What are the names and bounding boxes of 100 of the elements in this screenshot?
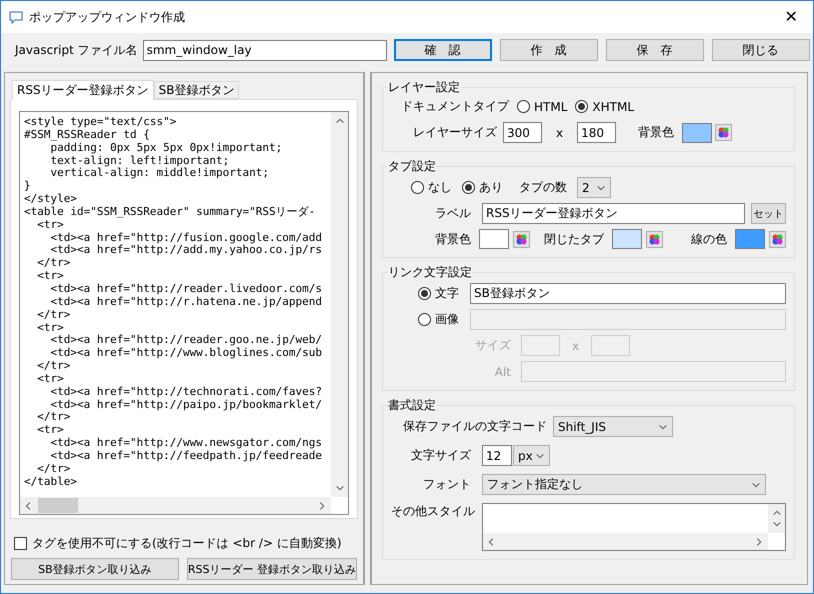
group-title: レイヤー設定 <box>387 79 461 96</box>
horizontal-scrollbar[interactable] <box>20 497 331 514</box>
unit-dropdown[interactable]: px <box>513 445 550 466</box>
code-line: <td><a href="http://reader.goo.ne.jp/web/ <box>49 334 324 348</box>
toolbar-button[interactable]: 作 成 <box>500 39 598 61</box>
color-wheel-icon <box>649 234 660 244</box>
import-button[interactable]: SB登録ボタン取り込み <box>11 558 179 580</box>
radio-label: あり <box>479 179 503 196</box>
font-size-field[interactable]: 12 <box>482 445 512 466</box>
code-line: </tr> <box>36 308 72 322</box>
alt-label: Alt <box>494 364 511 378</box>
radio-button[interactable] <box>418 287 431 300</box>
code-line: vertical-align: middle!important; <box>49 167 270 180</box>
chevron-down-icon <box>334 483 344 493</box>
radio-button[interactable] <box>517 100 530 113</box>
toolbar-button[interactable]: 確 認 <box>394 39 492 61</box>
tab-label-field[interactable]: RSSリーダー登録ボタン <box>482 203 745 224</box>
chevron-right-icon <box>754 536 764 546</box>
height-field[interactable]: 180 <box>577 122 616 143</box>
image-width-field[interactable] <box>521 335 560 356</box>
radio-label: なし <box>428 179 452 196</box>
code-line: <td><a href="http://www.newsgator.com/ngs <box>49 437 324 450</box>
code-line: </tr> <box>36 462 72 476</box>
color-wheel-icon <box>516 234 527 244</box>
group-title: タブ設定 <box>387 158 437 175</box>
color-picker-button[interactable] <box>646 230 663 248</box>
image-height-field[interactable] <box>591 335 630 356</box>
times-sign: x <box>572 338 580 352</box>
code-line: </style> <box>24 193 78 206</box>
file-name-field[interactable]: smm_window_lay <box>142 40 387 60</box>
color-picker-button[interactable] <box>513 230 530 248</box>
radio-button[interactable] <box>462 181 475 194</box>
code-line: text-align: left!important; <box>49 154 230 168</box>
color-picker-button[interactable] <box>715 124 732 141</box>
code-line: <td><a href="http://paipo.jp/bookmarklet/ <box>49 398 324 412</box>
code-line: padding: 0px 5px 5px 0px!important; <box>50 142 284 155</box>
font-size-label: 文字サイズ <box>410 447 471 464</box>
code-line: </table> <box>24 476 78 488</box>
width-field[interactable]: 300 <box>503 122 542 143</box>
color-wheel-icon <box>772 234 783 244</box>
set-button[interactable]: セット <box>751 203 786 224</box>
window-title: ポップアップウィンドウ作成 <box>29 8 186 26</box>
code-line: <td><a href="http://feedpath.jp/feedreade <box>49 450 324 463</box>
tab-count-dropdown[interactable]: 2 <box>577 177 611 198</box>
encoding-label: 保存ファイルの文字コード <box>403 418 547 435</box>
import-button[interactable]: RSSリーダー 登録ボタン取り込み <box>186 558 357 580</box>
alt-text-field[interactable] <box>521 361 786 382</box>
vertical-scrollbar[interactable] <box>331 112 348 497</box>
code-line: <td><a href="http://technorati.com/faves? <box>49 386 324 399</box>
color-swatch[interactable] <box>612 229 642 249</box>
chevron-up-icon <box>772 508 782 518</box>
background-color-label: 背景色 <box>638 124 674 141</box>
radio-label: 文字 <box>435 285 459 302</box>
layer-size-label: レイヤーサイズ <box>413 124 497 141</box>
code-line: </tr> <box>36 257 72 270</box>
group-title: 書式設定 <box>387 397 437 414</box>
radio-button[interactable] <box>411 181 424 194</box>
chevron-right-icon <box>317 500 327 510</box>
tab-count-label: タブの数 <box>519 179 567 196</box>
font-dropdown[interactable]: フォント指定なし <box>482 474 766 495</box>
color-swatch[interactable] <box>682 122 712 142</box>
label-caption: ラベル <box>434 205 471 222</box>
color-wheel-icon <box>718 127 730 138</box>
code-line: <td><a href="http://www.bloglines.com/sub <box>49 347 324 360</box>
other-style-field[interactable] <box>482 503 786 551</box>
code-line: <td><a href="http://fusion.google.com/add <box>49 232 324 244</box>
code-line: <tr> <box>36 372 65 386</box>
chevron-down-icon <box>772 519 782 529</box>
radio-button[interactable] <box>418 313 431 326</box>
code-line: <tr> <box>36 424 65 438</box>
color-label: 閉じたタブ <box>543 230 604 248</box>
color-label: 線の色 <box>690 230 727 248</box>
checkbox[interactable] <box>14 537 27 550</box>
radio-label: HTML <box>534 100 568 114</box>
code-line: <tr> <box>36 270 65 283</box>
color-swatch[interactable] <box>479 229 509 249</box>
code-line: </tr> <box>36 360 72 373</box>
code-line: } <box>24 180 32 194</box>
code-line: </tr> <box>36 411 72 424</box>
code-line: <tr> <box>36 322 65 334</box>
tab[interactable]: SB登録ボタン <box>154 81 240 99</box>
scroll-thumb[interactable] <box>38 498 78 513</box>
link-text-field[interactable]: SB登録ボタン <box>470 283 786 304</box>
radio-label: XHTML <box>592 100 634 114</box>
color-swatch[interactable] <box>735 229 765 249</box>
close-button[interactable]: ✕ <box>769 1 813 33</box>
encoding-dropdown[interactable]: Shift_JIS <box>553 416 673 437</box>
radio-button[interactable] <box>575 100 588 113</box>
doctype-label: ドキュメントタイプ <box>401 98 509 115</box>
image-field[interactable] <box>470 309 786 330</box>
radio-label: 画像 <box>435 311 459 328</box>
checkbox-label: タグを使用不可にする(改行コードは <br /> に自動変換) <box>32 535 342 552</box>
code-line: <td><a href="http://reader.livedoor.com/s <box>49 282 324 296</box>
toolbar-button[interactable]: 保 存 <box>606 39 704 61</box>
tab[interactable]: RSSリーダー登録ボタン <box>12 80 154 100</box>
color-picker-button[interactable] <box>769 230 786 248</box>
code-line: <table id="SSM_RSSReader" summary="RSSリーダ- <box>24 206 316 219</box>
speech-bubble-icon <box>9 10 23 24</box>
chevron-up-icon <box>334 116 344 126</box>
toolbar-button[interactable]: 閉じる <box>712 39 810 61</box>
